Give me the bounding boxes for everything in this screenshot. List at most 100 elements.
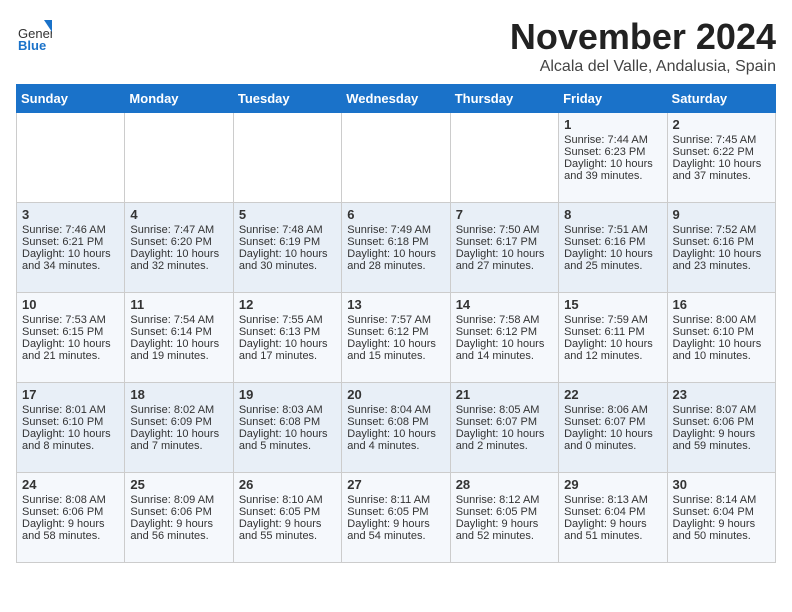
logo-icon: General Blue bbox=[16, 16, 52, 52]
calendar-cell bbox=[17, 113, 125, 203]
day-info: Daylight: 10 hours and 7 minutes. bbox=[130, 428, 227, 452]
day-info: Sunset: 6:05 PM bbox=[347, 506, 444, 518]
col-header-sunday: Sunday bbox=[17, 85, 125, 113]
day-info: Sunrise: 8:06 AM bbox=[564, 404, 661, 416]
day-number: 23 bbox=[673, 387, 770, 402]
day-number: 7 bbox=[456, 207, 553, 222]
day-info: Daylight: 9 hours and 54 minutes. bbox=[347, 518, 444, 542]
day-info: Sunrise: 8:13 AM bbox=[564, 494, 661, 506]
day-number: 30 bbox=[673, 477, 770, 492]
day-info: Sunset: 6:08 PM bbox=[347, 416, 444, 428]
day-info: Sunset: 6:10 PM bbox=[22, 416, 119, 428]
day-number: 25 bbox=[130, 477, 227, 492]
calendar-cell bbox=[233, 113, 341, 203]
calendar-cell: 6Sunrise: 7:49 AMSunset: 6:18 PMDaylight… bbox=[342, 203, 450, 293]
day-info: Sunrise: 8:10 AM bbox=[239, 494, 336, 506]
calendar-cell bbox=[342, 113, 450, 203]
day-number: 17 bbox=[22, 387, 119, 402]
day-info: Sunrise: 8:01 AM bbox=[22, 404, 119, 416]
day-number: 2 bbox=[673, 117, 770, 132]
day-info: Daylight: 10 hours and 25 minutes. bbox=[564, 248, 661, 272]
day-info: Daylight: 10 hours and 19 minutes. bbox=[130, 338, 227, 362]
day-info: Sunrise: 7:45 AM bbox=[673, 134, 770, 146]
day-info: Sunset: 6:05 PM bbox=[239, 506, 336, 518]
page-header: General Blue November 2024 Alcala del Va… bbox=[16, 16, 776, 76]
calendar-cell: 16Sunrise: 8:00 AMSunset: 6:10 PMDayligh… bbox=[667, 293, 775, 383]
calendar-cell: 23 Sunrise: 8:07 AMSunset: 6:06 PMDayligh… bbox=[667, 383, 775, 473]
day-info: Daylight: 9 hours and 52 minutes. bbox=[456, 518, 553, 542]
day-info: Daylight: 10 hours and 21 minutes. bbox=[22, 338, 119, 362]
day-info: Sunset: 6:11 PM bbox=[564, 326, 661, 338]
day-info: Sunrise: 7:46 AM bbox=[22, 224, 119, 236]
calendar-cell: 10Sunrise: 7:53 AMSunset: 6:15 PMDayligh… bbox=[17, 293, 125, 383]
day-info: Sunset: 6:20 PM bbox=[130, 236, 227, 248]
calendar-cell: 27Sunrise: 8:11 AMSunset: 6:05 PMDayligh… bbox=[342, 473, 450, 563]
day-info: Daylight: 9 hours and 59 minutes. bbox=[673, 428, 770, 452]
day-info: Sunrise: 8:05 AM bbox=[456, 404, 553, 416]
calendar-cell: 1Sunrise: 7:44 AMSunset: 6:23 PMDaylight… bbox=[559, 113, 667, 203]
day-info: Daylight: 10 hours and 39 minutes. bbox=[564, 158, 661, 182]
day-info: Daylight: 10 hours and 32 minutes. bbox=[130, 248, 227, 272]
calendar-cell: 4Sunrise: 7:47 AMSunset: 6:20 PMDaylight… bbox=[125, 203, 233, 293]
day-number: 12 bbox=[239, 297, 336, 312]
location: Alcala del Valle, Andalusia, Spain bbox=[510, 58, 776, 76]
day-info: Sunset: 6:13 PM bbox=[239, 326, 336, 338]
day-info: Sunrise: 8:00 AM bbox=[673, 314, 770, 326]
calendar-cell: 2Sunrise: 7:45 AMSunset: 6:22 PMDaylight… bbox=[667, 113, 775, 203]
day-info: Sunset: 6:23 PM bbox=[564, 146, 661, 158]
day-number: 8 bbox=[564, 207, 661, 222]
day-info: Sunset: 6:16 PM bbox=[564, 236, 661, 248]
day-info: Daylight: 10 hours and 8 minutes. bbox=[22, 428, 119, 452]
day-info: Daylight: 10 hours and 14 minutes. bbox=[456, 338, 553, 362]
calendar-cell: 8Sunrise: 7:51 AMSunset: 6:16 PMDaylight… bbox=[559, 203, 667, 293]
calendar-table: SundayMondayTuesdayWednesdayThursdayFrid… bbox=[16, 84, 776, 563]
day-info: Sunrise: 7:44 AM bbox=[564, 134, 661, 146]
calendar-cell: 13Sunrise: 7:57 AMSunset: 6:12 PMDayligh… bbox=[342, 293, 450, 383]
day-info: Sunset: 6:05 PM bbox=[456, 506, 553, 518]
day-info: Daylight: 10 hours and 37 minutes. bbox=[673, 158, 770, 182]
day-info: Sunset: 6:04 PM bbox=[564, 506, 661, 518]
calendar-week-3: 10Sunrise: 7:53 AMSunset: 6:15 PMDayligh… bbox=[17, 293, 776, 383]
day-info: Sunrise: 7:57 AM bbox=[347, 314, 444, 326]
calendar-cell: 19Sunrise: 8:03 AMSunset: 6:08 PMDayligh… bbox=[233, 383, 341, 473]
day-info: Sunrise: 7:50 AM bbox=[456, 224, 553, 236]
month-title: November 2024 bbox=[510, 16, 776, 58]
col-header-monday: Monday bbox=[125, 85, 233, 113]
day-number: 3 bbox=[22, 207, 119, 222]
day-number: 9 bbox=[673, 207, 770, 222]
day-number: 19 bbox=[239, 387, 336, 402]
day-number: 15 bbox=[564, 297, 661, 312]
day-info: Sunrise: 8:02 AM bbox=[130, 404, 227, 416]
svg-text:Blue: Blue bbox=[18, 38, 46, 52]
day-number: 20 bbox=[347, 387, 444, 402]
day-number: 10 bbox=[22, 297, 119, 312]
day-number: 28 bbox=[456, 477, 553, 492]
calendar-cell: 26Sunrise: 8:10 AMSunset: 6:05 PMDayligh… bbox=[233, 473, 341, 563]
day-info: Sunset: 6:09 PM bbox=[130, 416, 227, 428]
day-number: 13 bbox=[347, 297, 444, 312]
day-info: Sunrise: 8:04 AM bbox=[347, 404, 444, 416]
day-number: 18 bbox=[130, 387, 227, 402]
day-info: Sunrise: 8:07 AM bbox=[673, 404, 770, 416]
day-info: Sunset: 6:21 PM bbox=[22, 236, 119, 248]
calendar-cell: 14Sunrise: 7:58 AMSunset: 6:12 PMDayligh… bbox=[450, 293, 558, 383]
day-number: 11 bbox=[130, 297, 227, 312]
calendar-header-row: SundayMondayTuesdayWednesdayThursdayFrid… bbox=[17, 85, 776, 113]
day-info: Daylight: 10 hours and 23 minutes. bbox=[673, 248, 770, 272]
calendar-cell bbox=[125, 113, 233, 203]
day-number: 16 bbox=[673, 297, 770, 312]
day-info: Sunset: 6:04 PM bbox=[673, 506, 770, 518]
day-info: Daylight: 10 hours and 28 minutes. bbox=[347, 248, 444, 272]
day-info: Daylight: 10 hours and 30 minutes. bbox=[239, 248, 336, 272]
day-info: Sunset: 6:07 PM bbox=[564, 416, 661, 428]
calendar-cell: 11Sunrise: 7:54 AMSunset: 6:14 PMDayligh… bbox=[125, 293, 233, 383]
day-info: Sunrise: 7:59 AM bbox=[564, 314, 661, 326]
day-info: Daylight: 10 hours and 27 minutes. bbox=[456, 248, 553, 272]
day-info: Sunset: 6:14 PM bbox=[130, 326, 227, 338]
day-info: Sunrise: 7:53 AM bbox=[22, 314, 119, 326]
calendar-cell: 3Sunrise: 7:46 AMSunset: 6:21 PMDaylight… bbox=[17, 203, 125, 293]
calendar-week-5: 24Sunrise: 8:08 AMSunset: 6:06 PMDayligh… bbox=[17, 473, 776, 563]
day-number: 14 bbox=[456, 297, 553, 312]
day-info: Sunset: 6:06 PM bbox=[673, 416, 770, 428]
day-info: Daylight: 9 hours and 56 minutes. bbox=[130, 518, 227, 542]
